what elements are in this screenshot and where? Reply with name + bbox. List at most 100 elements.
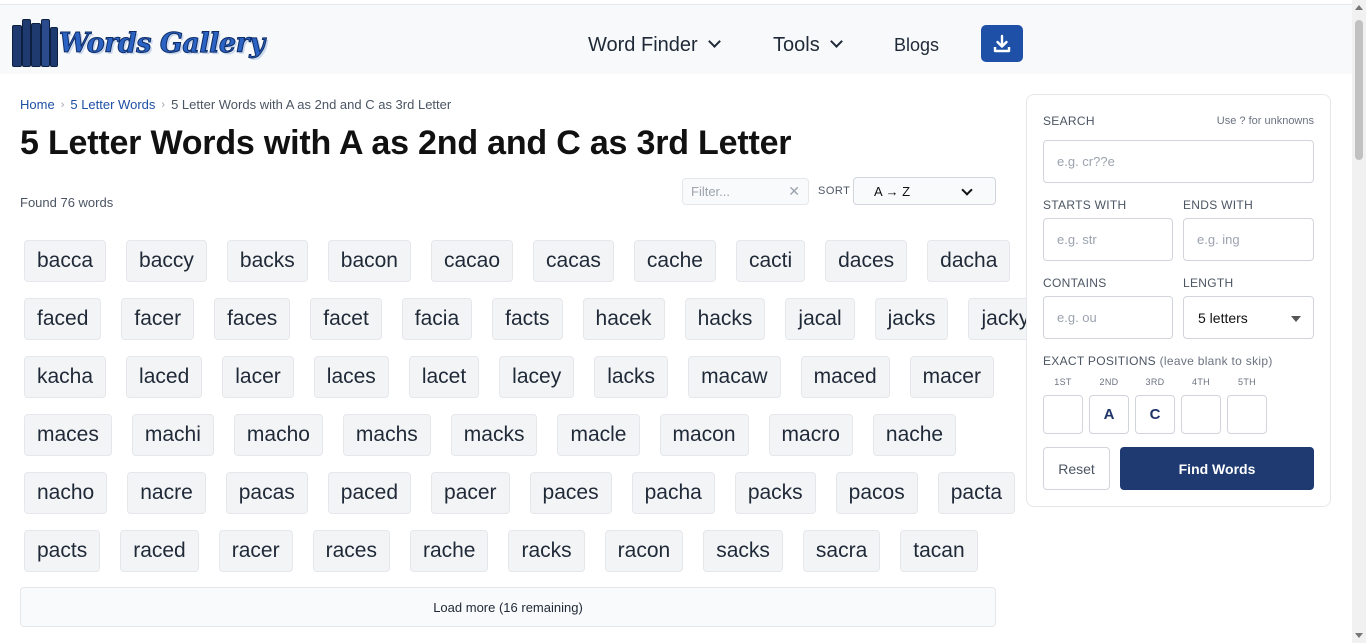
word-chip[interactable]: kacha [24,356,107,398]
position-2-input[interactable]: A [1089,395,1129,434]
books-logo-icon [12,19,58,67]
word-chip[interactable]: cacti [735,240,806,282]
word-chip[interactable]: facia [401,298,473,340]
word-chip[interactable]: pacos [835,472,918,514]
breadcrumb-5-letter-words-link[interactable]: 5 Letter Words [70,97,155,112]
word-chip[interactable]: macaw [688,356,781,398]
word-chip[interactable]: pacts [24,530,101,572]
clear-icon[interactable]: ✕ [788,183,800,200]
filter-input[interactable]: Filter... ✕ [682,178,809,205]
word-chip[interactable]: lacet [408,356,480,398]
scroll-down-arrow-icon[interactable] [1355,633,1363,638]
chevron-down-icon [829,34,843,48]
page-scrollbar[interactable] [1352,0,1366,643]
word-chip[interactable]: dacha [927,240,1011,282]
position-3-label: 3RD [1145,377,1165,387]
word-chip[interactable]: cache [633,240,716,282]
position-5-label: 5TH [1238,377,1256,387]
reset-button[interactable]: Reset [1043,447,1110,490]
word-chip[interactable]: facet [310,298,382,340]
word-chip[interactable]: bacca [24,240,107,282]
ends-with-label: ENDS WITH [1183,198,1254,212]
contains-input[interactable]: e.g. ou [1043,296,1173,339]
word-grid: bacca baccy backs bacon cacao cacas cache cacti… [24,240,1043,588]
word-chip[interactable]: lacey [499,356,575,398]
word-chip[interactable]: nacre [127,472,206,514]
nav-word-finder[interactable]: Word Finder [588,25,721,65]
word-chip[interactable]: daces [825,240,908,282]
word-chip[interactable]: laced [126,356,203,398]
word-chip[interactable]: racer [218,530,293,572]
word-chip[interactable]: packs [734,472,816,514]
word-chip[interactable]: jacks [874,298,949,340]
nav-blogs[interactable]: Blogs [894,25,939,65]
scroll-up-arrow-icon[interactable] [1355,5,1363,10]
ends-with-input[interactable]: e.g. ing [1183,218,1314,261]
search-input[interactable]: e.g. cr??e [1043,140,1314,183]
word-chip[interactable]: macho [233,414,323,456]
download-icon [993,34,1011,52]
search-hint: Use ? for unknowns [1216,115,1314,127]
word-chip[interactable]: paced [327,472,412,514]
word-chip[interactable]: racks [508,530,585,572]
word-chip[interactable]: lacks [594,356,669,398]
word-chip[interactable]: facer [121,298,195,340]
nav-tools[interactable]: Tools [773,25,843,65]
word-chip[interactable]: maces [24,414,112,456]
word-chip[interactable]: pacha [631,472,715,514]
starts-with-input[interactable]: e.g. str [1043,218,1173,261]
word-chip[interactable]: lacer [222,356,294,398]
load-more-button[interactable]: Load more (16 remaining) [20,587,996,627]
word-chip[interactable]: faced [24,298,102,340]
position-4-input[interactable] [1181,395,1221,434]
word-chip[interactable]: races [312,530,390,572]
contains-label: CONTAINS [1043,276,1107,290]
position-3-input[interactable]: C [1135,395,1175,434]
word-chip[interactable]: tacan [900,530,978,572]
word-chip[interactable]: machs [342,414,431,456]
sort-select[interactable]: A → Z [853,177,996,205]
word-chip[interactable]: raced [120,530,199,572]
search-label: SEARCH [1043,114,1095,128]
find-words-button[interactable]: Find Words [1120,447,1314,490]
site-logo[interactable]: Words Gallery [12,19,265,67]
word-chip[interactable]: paces [529,472,612,514]
word-chip[interactable]: pacer [431,472,510,514]
word-chip[interactable]: laces [313,356,389,398]
word-chip[interactable]: sacks [703,530,783,572]
word-chip[interactable]: macer [909,356,994,398]
download-button[interactable] [981,25,1023,62]
word-chip[interactable]: faces [214,298,291,340]
word-chip[interactable]: hacek [582,298,665,340]
position-5-input[interactable] [1227,395,1267,434]
length-select[interactable]: 5 letters [1183,296,1314,339]
word-chip[interactable]: hacks [684,298,766,340]
word-chip[interactable]: nacho [24,472,108,514]
word-chip[interactable]: macon [659,414,749,456]
chevron-right-icon: › [60,98,65,111]
word-chip[interactable]: pacta [937,472,1016,514]
nav-tools-label: Tools [773,33,820,56]
breadcrumb-home-link[interactable]: Home [20,97,55,112]
word-chip[interactable]: machi [131,414,214,456]
word-chip[interactable]: rache [409,530,489,572]
word-chip[interactable]: facts [492,298,563,340]
position-1-input[interactable] [1043,395,1083,434]
word-chip[interactable]: nache [872,414,957,456]
word-chip[interactable]: maced [800,356,890,398]
word-chip[interactable]: macks [450,414,538,456]
word-chip[interactable]: cacas [533,240,614,282]
word-chip[interactable]: racon [604,530,684,572]
word-chip[interactable]: pacas [225,472,308,514]
word-chip[interactable]: jacal [785,298,855,340]
word-chip[interactable]: cacao [430,240,514,282]
word-chip[interactable]: baccy [126,240,207,282]
word-chip[interactable]: sacra [802,530,881,572]
scrollbar-thumb[interactable] [1355,20,1363,160]
word-chip[interactable]: macro [768,414,853,456]
word-chip[interactable]: backs [226,240,308,282]
contains-placeholder: e.g. ou [1057,310,1097,325]
word-chip[interactable]: bacon [327,240,411,282]
word-chip[interactable]: macle [557,414,640,456]
word-row: maces machi macho machs macks macle macon macro… [24,414,996,456]
